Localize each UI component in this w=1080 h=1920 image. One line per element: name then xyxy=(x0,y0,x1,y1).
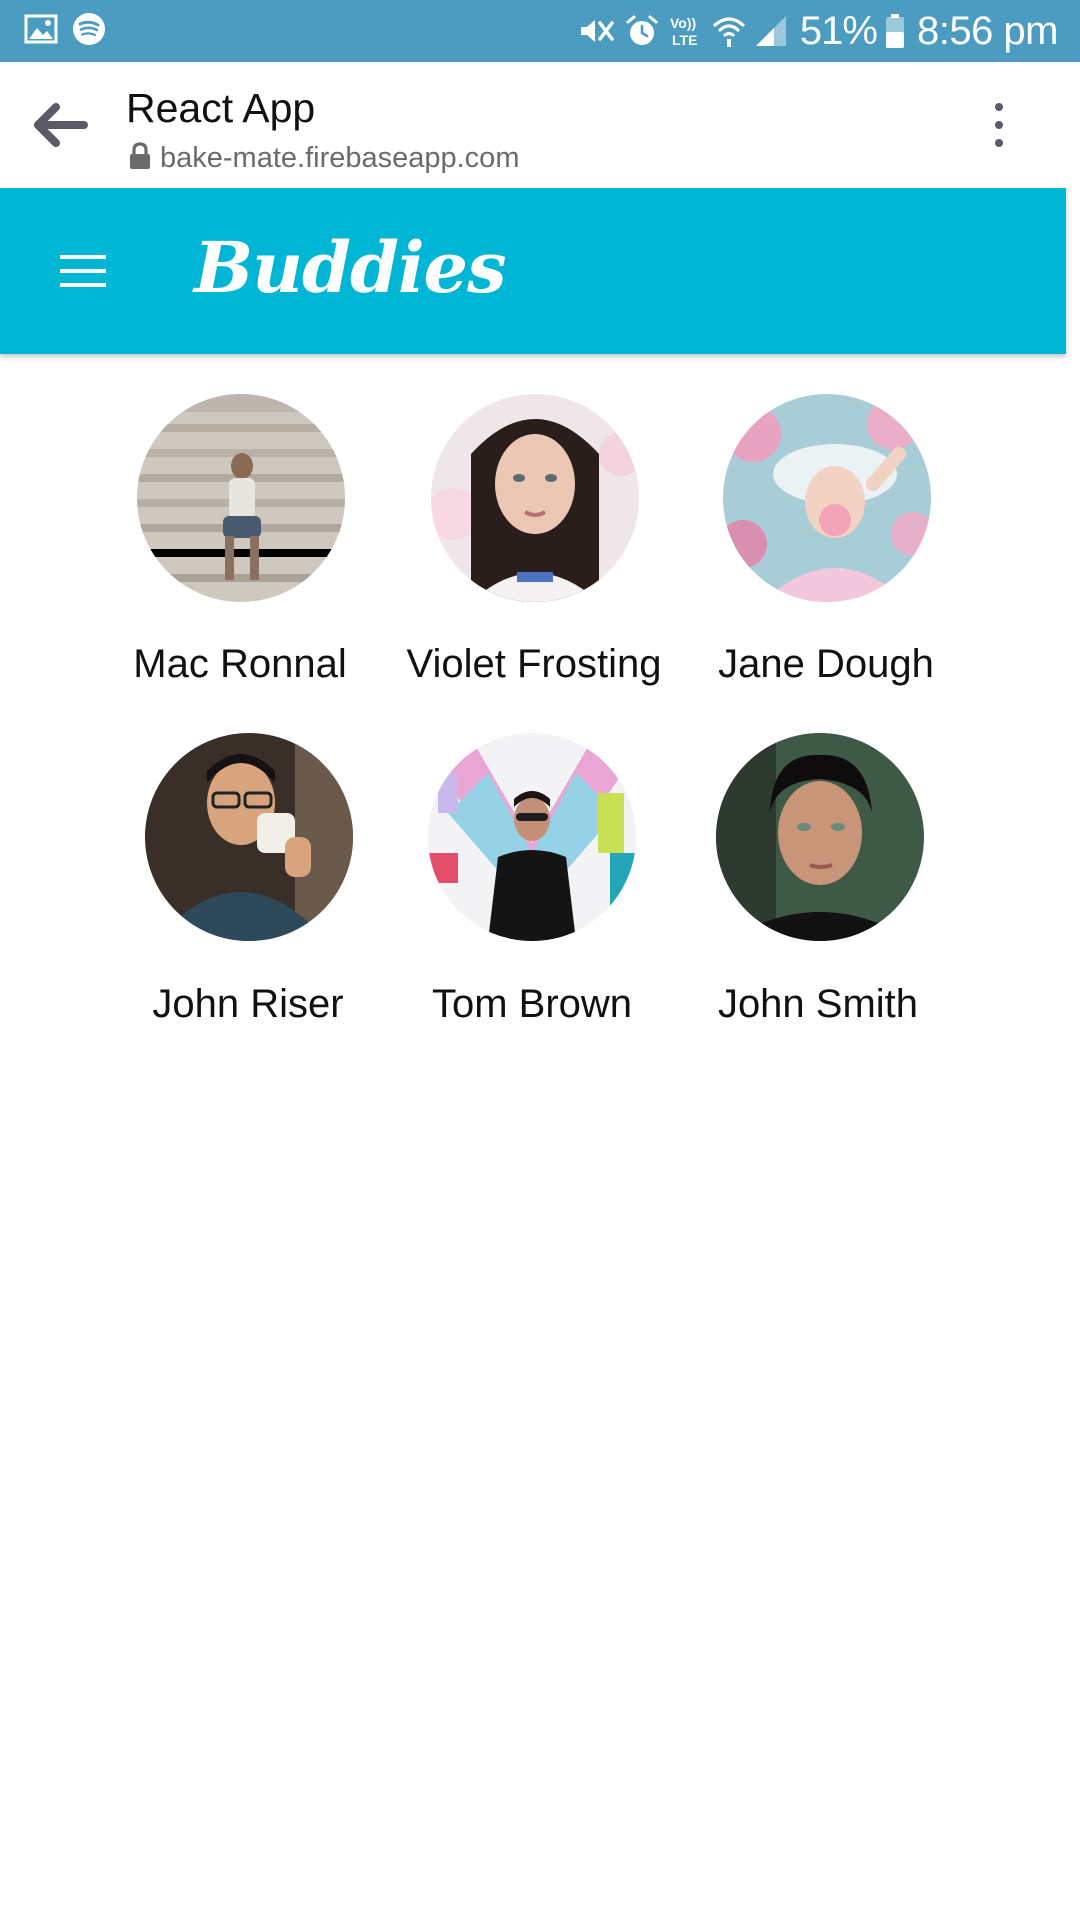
buddy-avatar[interactable] xyxy=(723,394,931,602)
signal-icon xyxy=(754,14,788,48)
back-button[interactable] xyxy=(30,100,94,150)
app-title: Buddies xyxy=(194,226,506,309)
buddy-name[interactable]: Mac Ronnal xyxy=(90,640,390,688)
status-bar-left xyxy=(24,12,106,51)
buddy-name[interactable]: John Smith xyxy=(668,980,968,1028)
overflow-menu-icon xyxy=(995,103,1003,147)
browser-toolbar: React App bake-mate.firebaseapp.com xyxy=(0,62,1080,188)
volte-icon: Vo)) LTE xyxy=(668,13,704,49)
app-bar: Buddies xyxy=(0,188,1066,354)
buddy-name[interactable]: John Riser xyxy=(98,980,398,1028)
volte-bottom-label: LTE xyxy=(672,32,697,48)
url-row[interactable]: bake-mate.firebaseapp.com xyxy=(128,140,519,176)
wifi-icon xyxy=(712,13,746,49)
buddy-avatar[interactable] xyxy=(137,394,345,602)
hamburger-menu-icon xyxy=(60,255,106,287)
status-time: 8:56 pm xyxy=(916,9,1059,53)
alarm-icon xyxy=(624,13,660,49)
buddy-avatar[interactable] xyxy=(431,394,639,602)
overflow-menu-button[interactable] xyxy=(984,98,1014,152)
volte-top-label: Vo)) xyxy=(670,15,696,31)
buddy-name[interactable]: Violet Frosting xyxy=(384,640,684,688)
vibrate-icon xyxy=(578,13,616,49)
page-title: React App xyxy=(126,85,316,131)
menu-button[interactable] xyxy=(58,252,108,290)
url-text: bake-mate.firebaseapp.com xyxy=(160,142,520,174)
spotify-icon xyxy=(72,12,106,51)
lock-icon xyxy=(128,141,152,175)
buddy-name[interactable]: Tom Brown xyxy=(382,980,682,1028)
battery-percentage: 51% xyxy=(799,9,878,53)
buddy-avatar[interactable] xyxy=(428,733,636,941)
buddy-name[interactable]: Jane Dough xyxy=(676,640,976,688)
status-bar-right: Vo)) LTE 51% 8:56 pm xyxy=(578,8,1059,54)
gallery-icon xyxy=(24,14,58,49)
buddy-avatar[interactable] xyxy=(716,733,924,941)
battery-icon xyxy=(885,13,905,49)
back-arrow-icon xyxy=(34,103,88,147)
status-bar: Vo)) LTE 51% 8:56 pm xyxy=(0,0,1080,62)
buddy-avatar[interactable] xyxy=(145,733,353,941)
